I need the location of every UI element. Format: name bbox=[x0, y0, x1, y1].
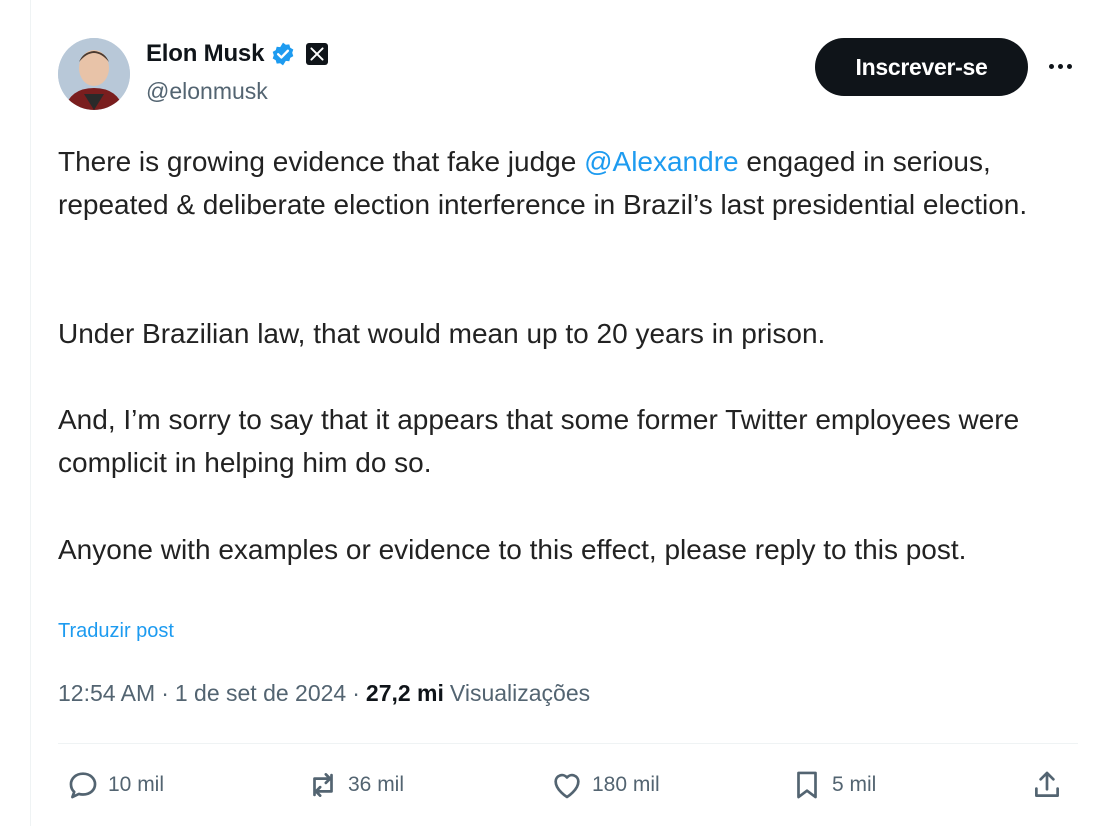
reply-count: 10 mil bbox=[108, 773, 165, 796]
like-count: 180 mil bbox=[592, 773, 660, 796]
meta-separator: · bbox=[352, 680, 360, 706]
follow-button[interactable]: Inscrever-se bbox=[815, 38, 1028, 96]
translate-post-link[interactable]: Traduzir post bbox=[58, 620, 174, 643]
share-button[interactable] bbox=[1030, 768, 1064, 802]
repost-icon bbox=[313, 773, 333, 797]
post-paragraph-2: Under Brazilian law, that would mean up … bbox=[58, 318, 826, 349]
post-meta: 12:54 AM · 1 de set de 2024 · 27,2 mi Vi… bbox=[58, 680, 590, 707]
author-handle[interactable]: @elonmusk bbox=[146, 78, 268, 105]
reply-button[interactable]: 10 mil bbox=[66, 768, 164, 802]
post-paragraph-4: Anyone with examples or evidence to this… bbox=[58, 534, 967, 565]
author-name-row: Elon Musk bbox=[146, 40, 329, 68]
verified-badge-icon bbox=[270, 41, 296, 67]
meta-separator: · bbox=[161, 680, 169, 706]
post-paragraph-3: And, I’m sorry to say that it appears th… bbox=[58, 404, 1020, 478]
views-count: 27,2 mi bbox=[365, 680, 444, 706]
bookmark-count: 5 mil bbox=[832, 773, 877, 796]
author-name[interactable]: Elon Musk bbox=[146, 40, 264, 68]
post-date[interactable]: 1 de set de 2024 bbox=[175, 680, 346, 707]
repost-count: 36 mil bbox=[348, 773, 405, 796]
divider bbox=[58, 743, 1078, 744]
bookmark-button[interactable]: 5 mil bbox=[790, 768, 876, 802]
post-paragraph-1: There is growing evidence that fake judg… bbox=[58, 146, 1028, 220]
post-text: There is growing evidence that fake judg… bbox=[58, 140, 1078, 226]
more-options-icon[interactable] bbox=[1044, 56, 1076, 76]
post-time[interactable]: 12:54 AM bbox=[58, 680, 155, 707]
heart-icon bbox=[554, 773, 580, 799]
views-label: Visualizações bbox=[449, 680, 591, 706]
mention-link[interactable]: @Alexandre bbox=[584, 146, 739, 177]
avatar[interactable] bbox=[58, 38, 130, 110]
x-logo-icon bbox=[306, 43, 329, 65]
repost-button[interactable]: 36 mil bbox=[306, 768, 404, 802]
like-button[interactable]: 180 mil bbox=[550, 768, 660, 802]
bookmark-icon bbox=[797, 771, 817, 799]
share-icon bbox=[1035, 771, 1059, 797]
reply-icon bbox=[69, 772, 97, 799]
